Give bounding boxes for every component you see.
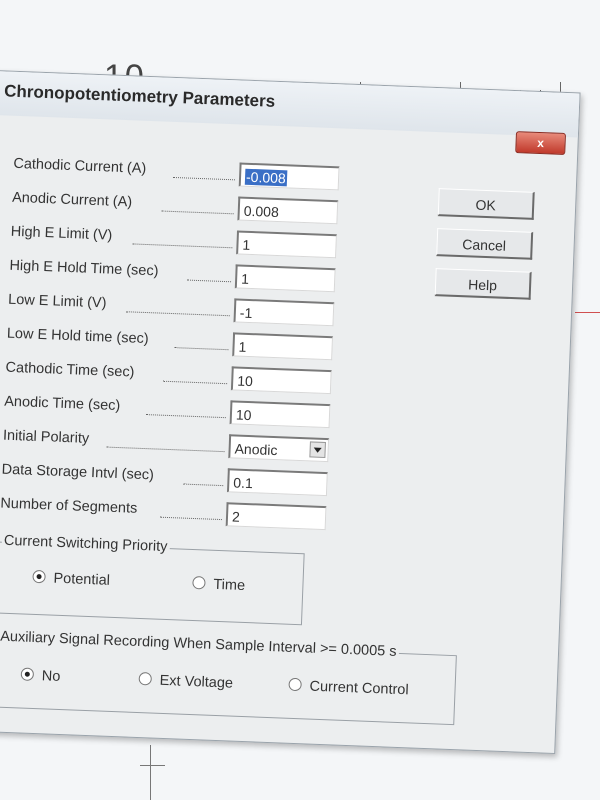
param-label: Initial Polarity bbox=[2, 427, 90, 447]
param-row-anodic-time: Anodic Time (sec) 10 bbox=[4, 392, 345, 431]
anodic-current-input[interactable]: 0.008 bbox=[237, 196, 339, 225]
background-axis-line bbox=[150, 745, 151, 800]
param-row-low-e-hold-time: Low E Hold time (sec) 1 bbox=[6, 324, 347, 363]
number-of-segments-input[interactable]: 2 bbox=[225, 502, 327, 531]
param-row-high-e-hold-time: High E Hold Time (sec) 1 bbox=[9, 256, 350, 295]
background-axis-tick bbox=[140, 765, 165, 766]
radio-ext-voltage[interactable]: Ext Voltage bbox=[138, 672, 233, 692]
cathodic-time-input[interactable]: 10 bbox=[230, 366, 332, 395]
param-label: Cathodic Time (sec) bbox=[5, 359, 135, 381]
radio-selected-icon[interactable] bbox=[20, 667, 35, 681]
ok-button[interactable]: OK bbox=[437, 188, 535, 220]
radio-no[interactable]: No bbox=[20, 667, 61, 685]
dialog-title: Chronopotentiometry Parameters bbox=[3, 81, 276, 111]
param-row-low-e-limit: Low E Limit (V) -1 bbox=[8, 290, 349, 329]
param-row-data-storage-intvl: Data Storage Intvl (sec) 0.1 bbox=[1, 460, 342, 499]
close-button[interactable]: x bbox=[515, 131, 567, 155]
param-row-number-of-segments: Number of Segments 2 bbox=[0, 494, 340, 533]
chronopotentiometry-dialog: Chronopotentiometry Parameters x Cathodi… bbox=[0, 70, 581, 755]
radio-selected-icon[interactable] bbox=[32, 569, 46, 584]
param-label: Cathodic Current (A) bbox=[13, 155, 147, 177]
param-label: Low E Limit (V) bbox=[7, 291, 107, 312]
low-e-hold-time-input[interactable]: 1 bbox=[232, 332, 334, 361]
param-label: High E Limit (V) bbox=[10, 223, 113, 244]
radio-potential[interactable]: Potential bbox=[32, 569, 110, 589]
param-row-cathodic-current: Cathodic Current (A) -0.008 bbox=[13, 154, 354, 193]
radio-icon[interactable] bbox=[138, 672, 152, 686]
background-red-line bbox=[575, 312, 600, 313]
anodic-time-input[interactable]: 10 bbox=[229, 400, 331, 429]
param-label: Anodic Current (A) bbox=[11, 189, 133, 211]
param-row-cathodic-time: Cathodic Time (sec) 10 bbox=[5, 358, 346, 397]
param-label: Data Storage Intvl (sec) bbox=[1, 461, 155, 484]
param-row-initial-polarity: Initial Polarity Anodic bbox=[2, 426, 343, 465]
auxiliary-signal-group: Auxiliary Signal Recording When Sample I… bbox=[0, 628, 457, 726]
high-e-hold-time-input[interactable]: 1 bbox=[234, 264, 336, 293]
radio-icon[interactable] bbox=[288, 677, 302, 692]
group-title: Current Switching Priority bbox=[1, 532, 170, 556]
param-label: High E Hold Time (sec) bbox=[9, 257, 159, 280]
cancel-button[interactable]: Cancel bbox=[436, 228, 534, 260]
radio-time[interactable]: Time bbox=[192, 576, 245, 594]
high-e-limit-input[interactable]: 1 bbox=[236, 230, 337, 259]
param-label: Low E Hold time (sec) bbox=[6, 325, 149, 348]
param-label: Number of Segments bbox=[0, 495, 138, 517]
param-label: Anodic Time (sec) bbox=[3, 393, 121, 415]
help-button[interactable]: Help bbox=[434, 268, 532, 300]
data-storage-intvl-input[interactable]: 0.1 bbox=[226, 468, 328, 497]
radio-icon[interactable] bbox=[192, 576, 206, 590]
cathodic-current-input[interactable]: -0.008 bbox=[238, 162, 340, 191]
low-e-limit-input[interactable]: -1 bbox=[233, 298, 335, 327]
param-row-anodic-current: Anodic Current (A) 0.008 bbox=[11, 188, 352, 227]
initial-polarity-select[interactable]: Anodic bbox=[228, 434, 330, 463]
radio-current-control[interactable]: Current Control bbox=[288, 677, 409, 698]
group-title: Auxiliary Signal Recording When Sample I… bbox=[0, 628, 399, 660]
chevron-down-icon[interactable] bbox=[309, 441, 326, 459]
current-switching-priority-group: Current Switching Priority Potential Tim… bbox=[0, 532, 305, 626]
param-row-high-e-limit: High E Limit (V) 1 bbox=[10, 222, 351, 261]
